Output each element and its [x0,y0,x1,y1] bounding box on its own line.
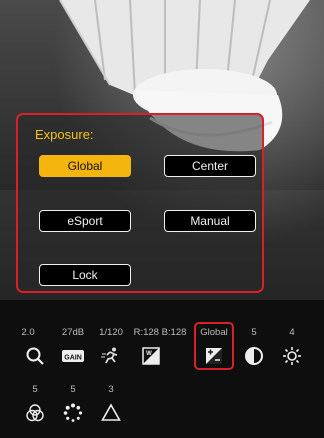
exposure-global-button[interactable]: Global [39,155,131,177]
color-saturation-icon[interactable] [25,403,45,423]
zoom-icon[interactable] [25,346,45,366]
exposure-panel: Exposure: Global Center eSport Manual Lo… [16,113,264,293]
exposure-esport-button[interactable]: eSport [39,210,131,232]
exposure-icon[interactable] [204,346,224,366]
exposure-center-button[interactable]: Center [164,155,256,177]
sharpness-icon[interactable] [101,403,121,423]
white-balance-value: R:128 B:128 [133,327,187,338]
sharpness-value: 3 [108,384,114,395]
gain-icon[interactable]: GAIN [61,346,85,366]
brightness-value: 4 [289,327,295,338]
settings-toolbar [0,300,324,438]
contrast-icon[interactable] [244,346,264,366]
exposure-manual-button[interactable]: Manual [164,210,256,232]
brightness-icon[interactable] [282,346,302,366]
gain-icon-text: GAIN [64,355,82,362]
noise-reduction-icon[interactable] [63,403,83,423]
white-balance-icon-text: W [146,351,152,357]
exposure-title: Exposure: [35,127,94,142]
exposure-lock-button[interactable]: Lock [39,264,131,286]
shutter-runner-icon[interactable] [101,346,121,366]
white-balance-icon[interactable]: W [141,346,161,366]
